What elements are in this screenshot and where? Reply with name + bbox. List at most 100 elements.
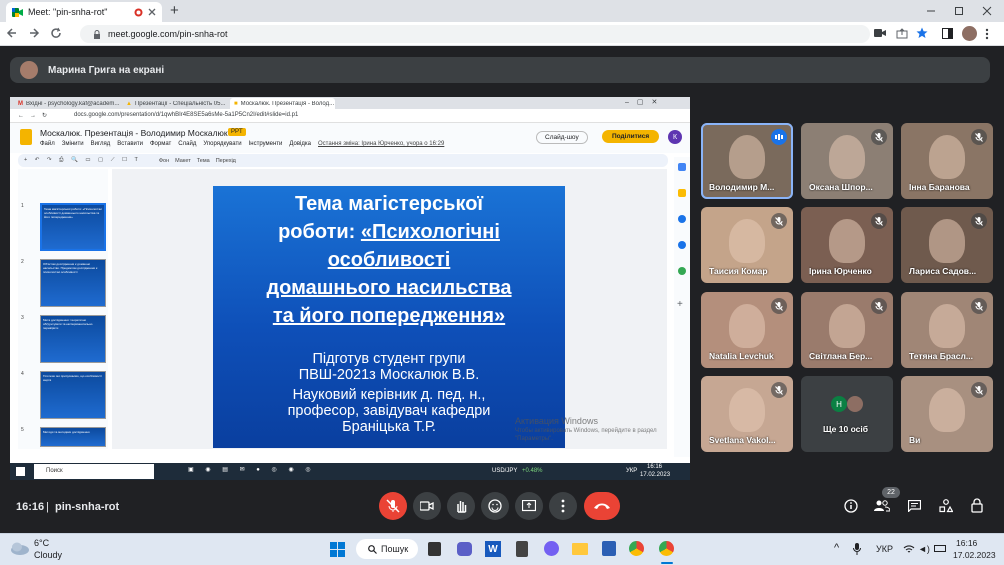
host-controls-icon[interactable]: [971, 498, 983, 513]
tray-mic-icon: [853, 543, 861, 555]
participant-tile[interactable]: Таисия Комар: [701, 207, 793, 283]
back-icon[interactable]: [6, 27, 18, 39]
share-button: Поділитися: [602, 130, 660, 143]
slide-title-line: роботи:: [278, 221, 361, 243]
doc-badge: PPT: [228, 128, 246, 136]
inner-tab-title: Вхідні - psychology.kaf@academ...: [26, 100, 119, 107]
toolbar-background: Фон: [158, 157, 170, 164]
speaking-indicator-icon: [771, 129, 787, 145]
windows-start-icon[interactable]: [330, 542, 345, 557]
volume-icon: ◄): [918, 544, 930, 554]
participant-tile[interactable]: H Ще 10 осіб: [801, 376, 893, 452]
browser-tab-meet[interactable]: Meet: "pin-snha-rot": [6, 2, 162, 22]
participant-tile[interactable]: Інна Баранова: [901, 123, 993, 199]
present-screen-button[interactable]: [515, 492, 543, 520]
slide-body-line: Науковий керівник д. пед. н.,: [292, 387, 486, 403]
participant-name: Тетяна Брасл...: [909, 351, 973, 361]
participant-tile[interactable]: Світлана Бер...: [801, 292, 893, 368]
participant-name: Лариса Садов...: [909, 266, 977, 276]
camera-toggle-button[interactable]: [413, 492, 441, 520]
slide-thumbnail: Об'єктом дослідження є домашнє насильств…: [40, 259, 106, 307]
tray-time[interactable]: 16:16: [956, 538, 977, 548]
muted-mic-icon: [771, 382, 787, 398]
inner-tab: ▲ Презентації - Спеціальність 05...: [126, 100, 226, 107]
file-explorer-icon[interactable]: [572, 543, 588, 555]
current-slide: Тема магістерської роботи: «Психологічні…: [213, 186, 565, 448]
weather-temp: 6°C: [34, 538, 50, 548]
participant-tile[interactable]: Natalia Levchuk: [701, 292, 793, 368]
share-icon[interactable]: [896, 28, 908, 39]
windows-taskbar: 6°C Cloudy Пошук W ^ УКР ◄) 16:16 17.02.…: [0, 533, 1004, 565]
reactions-button[interactable]: [481, 492, 509, 520]
meet-area: Марина Грига на екрані M Вхідні - psychol…: [0, 46, 1004, 533]
camera-icon[interactable]: [874, 28, 886, 38]
inner-tab: M Вхідні - psychology.kaf@academ...: [18, 100, 119, 107]
taskbar-search[interactable]: Пошук: [356, 539, 418, 559]
slide-body-line: професор, завідувач кафедри: [287, 403, 491, 419]
participant-video: [729, 219, 765, 263]
meeting-info-icon[interactable]: [844, 499, 858, 513]
muted-mic-icon: [971, 129, 987, 145]
muted-mic-icon: [971, 298, 987, 314]
browser-tab-bar: Meet: "pin-snha-rot" +: [0, 0, 1004, 22]
participant-tile[interactable]: Svetlana Vakol...: [701, 376, 793, 452]
inner-url: docs.google.com/presentation/d/1qwhBIr4E…: [74, 112, 299, 118]
tab-close-icon[interactable]: [148, 8, 156, 16]
more-participants-avatar: H: [831, 396, 847, 412]
slide-author: Підготув студент групи ПВШ-2021з Москалю…: [213, 351, 565, 383]
word-icon[interactable]: W: [485, 541, 501, 557]
reload-icon[interactable]: [50, 27, 62, 39]
chrome-icon[interactable]: [629, 541, 644, 556]
muted-mic-icon: [771, 298, 787, 314]
search-icon: [368, 544, 377, 554]
participant-tile[interactable]: Лариса Садов...: [901, 207, 993, 283]
tray-lang[interactable]: УКР: [876, 544, 893, 554]
chat-icon[interactable]: [908, 500, 921, 512]
presenter-avatar: [20, 61, 38, 79]
more-options-button[interactable]: [549, 492, 577, 520]
participant-video: [729, 135, 765, 179]
menu-tools: Інструменти: [248, 141, 283, 147]
muted-mic-icon: [871, 213, 887, 229]
slide-title-line: особливості: [327, 249, 451, 271]
browser-menu-icon[interactable]: [985, 28, 989, 40]
calculator-icon[interactable]: [516, 541, 528, 557]
forward-icon[interactable]: [28, 27, 40, 39]
participant-tile[interactable]: Ірина Юрченко: [801, 207, 893, 283]
address-bar[interactable]: meet.google.com/pin-snha-rot: [80, 25, 870, 43]
participant-tile[interactable]: Володимир М...: [701, 123, 793, 199]
participant-name: Natalia Levchuk: [709, 351, 774, 361]
sidepanel-icon[interactable]: [942, 28, 953, 39]
slide-body-line: Браніцька Т.Р.: [342, 419, 436, 435]
participant-name: Світлана Бер...: [809, 351, 873, 361]
raise-hand-button[interactable]: [447, 492, 475, 520]
activities-icon[interactable]: [939, 499, 953, 513]
mic-toggle-button[interactable]: [379, 492, 407, 520]
participant-tile[interactable]: Тетяна Брасл...: [901, 292, 993, 368]
window-minimize-button[interactable]: [918, 0, 944, 22]
participant-tile[interactable]: Оксана Шпор...: [801, 123, 893, 199]
participant-video: [829, 135, 865, 179]
tray-chevron-icon[interactable]: ^: [834, 542, 839, 554]
window-restore-button[interactable]: [946, 0, 972, 22]
chrome-active-icon[interactable]: [659, 541, 674, 556]
save-icon[interactable]: [602, 541, 616, 556]
new-tab-button[interactable]: +: [170, 2, 179, 19]
win-lang: УКР: [626, 468, 638, 474]
participant-tile[interactable]: Ви: [901, 376, 993, 452]
leave-call-button[interactable]: [584, 492, 620, 520]
slide-title: Тема магістерської роботи: «Психологічні…: [213, 190, 565, 330]
chat-app-icon[interactable]: [457, 542, 472, 556]
window-close-button[interactable]: [974, 0, 1000, 22]
tray-date[interactable]: 17.02.2023: [953, 550, 996, 560]
people-icon[interactable]: [874, 500, 890, 512]
active-app-indicator: [661, 562, 673, 564]
wifi-icon: [903, 544, 915, 554]
thumb-number: 3: [21, 315, 24, 321]
task-view-icon[interactable]: [428, 542, 441, 556]
bookmark-star-icon[interactable]: [916, 27, 928, 39]
slide-thumbnail: Мета дослідження: теоретично обґрунтуват…: [40, 315, 106, 363]
profile-avatar[interactable]: [962, 26, 977, 41]
viber-icon[interactable]: [544, 541, 559, 556]
slide-body-line: Підготув студент групи: [312, 351, 466, 367]
